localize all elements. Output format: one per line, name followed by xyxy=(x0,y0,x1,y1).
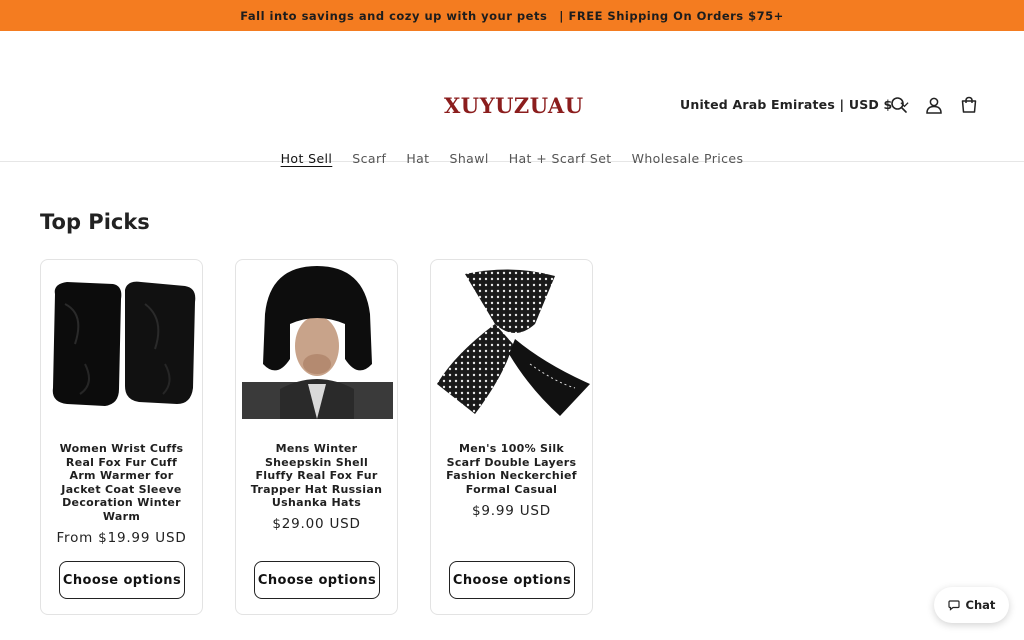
product-card[interactable]: Women Wrist Cuffs Real Fox Fur Cuff Arm … xyxy=(40,259,203,615)
nav-item-hat[interactable]: Hat xyxy=(406,151,429,166)
cart-icon[interactable] xyxy=(958,94,980,116)
product-card[interactable]: Mens Winter Sheepskin Shell Fluffy Real … xyxy=(235,259,398,615)
announcement-shipping-text: | FREE Shipping On Orders $75+ xyxy=(559,8,784,23)
store-logo[interactable]: XUYUZUAU xyxy=(444,93,584,118)
nav-item-hot-sell[interactable]: Hot Sell xyxy=(281,151,333,166)
announcement-text: Fall into savings and cozy up with your … xyxy=(240,8,548,23)
nav-item-wholesale-prices[interactable]: Wholesale Prices xyxy=(632,151,744,166)
choose-options-button[interactable]: Choose options xyxy=(59,561,185,599)
product-image-fur-cuffs[interactable] xyxy=(45,264,200,419)
account-icon[interactable] xyxy=(923,94,945,116)
product-image-silk-scarf[interactable] xyxy=(435,264,590,419)
nav-item-shawl[interactable]: Shawl xyxy=(449,151,488,166)
chat-bubble-icon xyxy=(947,600,960,611)
nav-item-hat-scarf-set[interactable]: Hat + Scarf Set xyxy=(509,151,612,166)
chat-button[interactable]: Chat xyxy=(934,587,1009,623)
product-title[interactable]: Women Wrist Cuffs Real Fox Fur Cuff Arm … xyxy=(51,442,192,523)
product-price: $29.00 USD xyxy=(272,516,361,532)
product-title[interactable]: Mens Winter Sheepskin Shell Fluffy Real … xyxy=(246,442,387,510)
nav-item-scarf[interactable]: Scarf xyxy=(352,151,386,166)
section-title: Top Picks xyxy=(40,210,150,234)
choose-options-button[interactable]: Choose options xyxy=(449,561,575,599)
main-navigation: Hot Sell Scarf Hat Shawl Hat + Scarf Set… xyxy=(0,151,1024,166)
product-price: From $19.99 USD xyxy=(56,530,187,546)
product-grid: Women Wrist Cuffs Real Fox Fur Cuff Arm … xyxy=(40,259,593,615)
chat-label: Chat xyxy=(965,598,996,612)
country-selector-label: United Arab Emirates | USD $ xyxy=(680,97,893,112)
product-price: $9.99 USD xyxy=(472,503,551,519)
product-title[interactable]: Men's 100% Silk Scarf Double Layers Fash… xyxy=(441,442,582,496)
announcement-bar: Fall into savings and cozy up with your … xyxy=(0,0,1024,31)
country-currency-selector[interactable]: United Arab Emirates | USD $ xyxy=(680,97,909,112)
search-icon[interactable] xyxy=(888,94,910,116)
choose-options-button[interactable]: Choose options xyxy=(254,561,380,599)
product-card[interactable]: Men's 100% Silk Scarf Double Layers Fash… xyxy=(430,259,593,615)
product-image-trapper-hat[interactable] xyxy=(240,264,395,419)
site-header: XUYUZUAU United Arab Emirates | USD $ Ho… xyxy=(0,31,1024,166)
